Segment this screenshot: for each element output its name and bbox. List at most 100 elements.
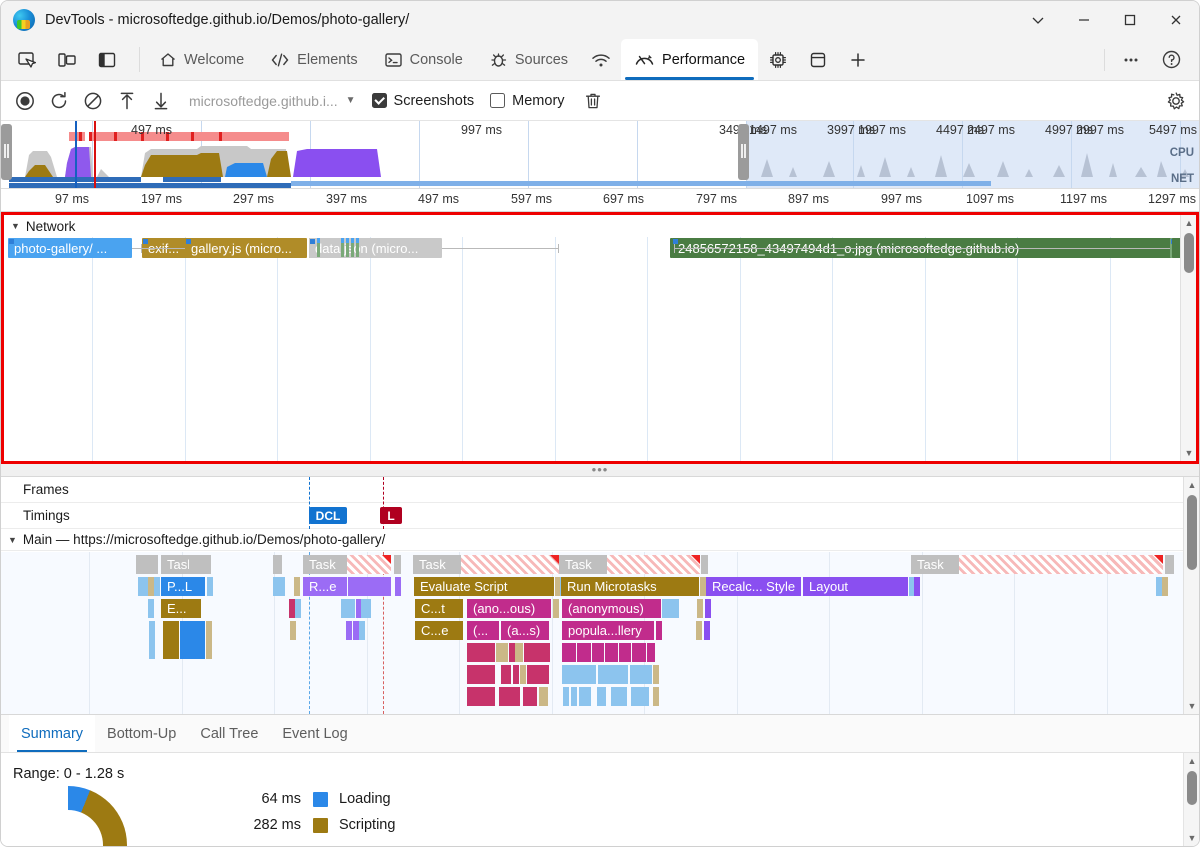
task-block[interactable]: Task [303,555,347,574]
track-main-label: Main — https://microsoftedge.github.io/D… [23,532,385,547]
flame-block[interactable]: (ano...ous) [467,599,551,618]
timing-chip-l[interactable]: L [380,507,402,524]
tab-application[interactable] [798,39,838,80]
device-emulation-icon[interactable] [50,43,84,77]
network-request-row[interactable] [4,237,1196,259]
record-button[interactable] [9,86,41,116]
legend-row: 282 ms Scripting [239,812,395,838]
tab-welcome[interactable]: Welcome [146,39,257,80]
task-block[interactable] [701,555,708,574]
track-timings[interactable]: Timings [1,503,1183,529]
screenshots-checkbox[interactable]: Screenshots [372,93,475,109]
flame-block[interactable]: P...L [161,577,205,596]
track-frames[interactable]: Frames [1,477,1183,503]
timing-chip-dcl[interactable]: DCL [309,507,347,524]
chevron-down-icon: ▼ [8,535,17,545]
memory-checkbox[interactable]: Memory [490,93,564,109]
tab-bottom-up[interactable]: Bottom-Up [95,715,188,752]
scroll-up-arrow-icon[interactable]: ▲ [1184,477,1199,493]
tab-bar-left-tools [1,39,133,80]
task-block[interactable] [394,555,401,574]
task-block[interactable]: Task [911,555,959,574]
memory-label: Memory [512,93,564,109]
scroll-down-arrow-icon[interactable]: ▼ [1184,698,1199,714]
maximize-icon[interactable] [1107,1,1153,39]
add-panel-button[interactable] [838,39,878,80]
flame-block[interactable]: (anonymous) [562,599,661,618]
save-profile-icon[interactable] [145,86,177,116]
ruler-tick: 897 ms [788,192,834,206]
scroll-up-arrow-icon[interactable]: ▲ [1181,215,1197,231]
tab-label: Summary [21,726,83,742]
task-block[interactable] [136,555,158,574]
flame-block[interactable]: (... [467,621,499,640]
network-section-header[interactable]: ▼ Network [4,215,1196,237]
scrollbar-thumb[interactable] [1187,771,1197,805]
task-long-hatch[interactable] [461,555,559,574]
flame-block[interactable]: (a...s) [501,621,549,640]
overview-range-handle-left[interactable] [1,124,12,180]
flame-block[interactable]: E... [161,599,201,618]
scroll-up-arrow-icon[interactable]: ▲ [1184,753,1200,769]
capture-settings-button[interactable] [1165,90,1187,112]
tab-performance[interactable]: Performance [621,39,758,80]
network-scrollbar[interactable]: ▲ ▼ [1180,215,1196,461]
more-options-icon[interactable] [1114,43,1148,77]
task-long-hatch[interactable] [347,555,391,574]
task-block[interactable] [205,555,211,574]
collect-garbage-button[interactable] [577,86,609,116]
flame-block[interactable]: C...e [415,621,463,640]
close-icon[interactable] [1153,1,1199,39]
flame-block[interactable]: popula...llery [562,621,654,640]
flame-block[interactable] [348,577,391,596]
timeline-overview[interactable]: 497 ms 997 ms 1497 ms 1997 ms 2497 ms 29… [1,121,1199,189]
panel-splitter[interactable]: ••• [1,464,1199,477]
task-long-hatch[interactable] [607,555,700,574]
task-block[interactable] [189,555,203,574]
flame-block[interactable]: Evaluate Script [414,577,554,596]
overview-range-handle-right[interactable] [738,124,749,180]
scrollbar-thumb[interactable] [1184,233,1194,273]
clear-button[interactable] [77,86,109,116]
tab-bar-right-tools [1098,39,1199,80]
load-profile-icon[interactable] [111,86,143,116]
scroll-down-arrow-icon[interactable]: ▼ [1181,445,1197,461]
flame-chart-scrollbar[interactable]: ▲ ▼ [1183,477,1199,714]
tab-call-tree[interactable]: Call Tree [188,715,270,752]
profile-selector[interactable]: microsoftedge.github.i... ▼ [189,93,356,109]
ruler-tick: 1297 ms [1148,192,1200,206]
task-block[interactable] [273,555,282,574]
network-requests-area[interactable]: photo-gallery/ ... gallery.css (micr... [4,237,1196,461]
minimize-icon[interactable] [1061,1,1107,39]
main-thread-flame-canvas[interactable]: Task Task Task Task [1,552,1183,714]
dock-side-icon[interactable] [90,43,124,77]
task-block[interactable] [1165,555,1174,574]
flame-block[interactable]: R...e [303,577,347,596]
checkbox-box [490,93,505,108]
flame-chart-area[interactable]: Frames Timings DCL L ▼ Main — https://mi… [1,477,1199,714]
flame-block[interactable]: C...t [415,599,463,618]
scroll-down-arrow-icon[interactable]: ▼ [1184,830,1200,846]
track-main-header[interactable]: ▼ Main — https://microsoftedge.github.io… [1,529,1183,551]
task-label: Task [309,557,336,572]
tab-network[interactable] [581,39,621,80]
tab-bar-divider [139,47,140,72]
reload-and-record-button[interactable] [43,86,75,116]
scrollbar-thumb[interactable] [1187,495,1197,570]
tab-elements[interactable]: Elements [257,39,370,80]
help-icon[interactable] [1154,43,1188,77]
task-block[interactable]: Task [413,555,461,574]
task-block[interactable]: Task [559,555,607,574]
chevron-down-icon[interactable] [1015,1,1061,39]
task-long-hatch[interactable] [959,555,1163,574]
flame-block[interactable]: Recalc... Style [706,577,801,596]
tab-summary[interactable]: Summary [9,715,95,752]
flame-block[interactable]: Run Microtasks [561,577,699,596]
tab-memory[interactable] [758,39,798,80]
drawer-scrollbar[interactable]: ▲ ▼ [1183,753,1199,846]
tab-event-log[interactable]: Event Log [270,715,359,752]
tab-console[interactable]: Console [371,39,476,80]
inspect-element-icon[interactable] [10,43,44,77]
flame-block[interactable]: Layout [803,577,908,596]
tab-sources[interactable]: Sources [476,39,581,80]
